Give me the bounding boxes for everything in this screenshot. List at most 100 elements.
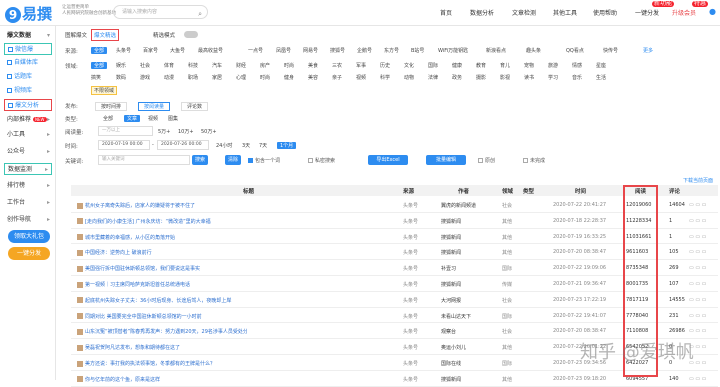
row-action-icons[interactable]: ▭ ▭ ▭ xyxy=(689,202,706,208)
sidebar-item-data-monitor[interactable]: 数据监测 ▸ xyxy=(4,163,52,175)
article-title[interactable]: 吴磊祝贺阿凡达发布，想象和期待都在这了 xyxy=(85,345,180,351)
cell-author[interactable]: 国际在线 xyxy=(441,360,461,367)
reads-50w[interactable]: 50万+ xyxy=(201,128,217,135)
domain-item[interactable]: 职场 xyxy=(188,74,198,81)
col-type[interactable]: 类型 xyxy=(523,187,534,195)
domain-item[interactable]: 情感 xyxy=(572,62,582,69)
col-title[interactable]: 标题 xyxy=(243,187,254,195)
mode-toggle[interactable] xyxy=(184,31,198,38)
row-action-icons[interactable]: ▭ ▭ ▭ xyxy=(689,297,706,303)
domain-item[interactable]: 法律 xyxy=(428,74,438,81)
domain-item[interactable]: 政务 xyxy=(452,74,462,81)
article-title[interactable]: 山东沉冤“被顶替者”陈春秀再发声：努力遇到20天，29名涉事人员受处分 xyxy=(85,329,247,335)
platform-yidian[interactable]: 一点号 xyxy=(248,47,263,54)
nav-help[interactable]: 使用帮助 xyxy=(593,8,617,17)
table-row[interactable]: 起底杭州失踪女子丈夫：36小时后现身、长途后驾人，夜晚却上岸 头条号 大河网报 社会 2… xyxy=(71,292,718,308)
domain-item[interactable]: 健身 xyxy=(284,74,294,81)
cell-author[interactable]: 搜狐新闻 xyxy=(441,218,461,225)
article-title[interactable]: 城市里藏着的幸福感，从小区的角落开始 xyxy=(85,235,175,241)
platform-all[interactable]: 全部 xyxy=(91,47,108,54)
article-title-link[interactable]: 杭州女子离奇失踪后，店家人的嫌疑将于被不住了 xyxy=(77,202,247,209)
download-page-link[interactable]: 下载当前页面 xyxy=(683,177,713,184)
domain-item[interactable]: 教育 xyxy=(476,62,486,69)
row-action-icons[interactable]: ▭ ▭ ▭ xyxy=(689,265,706,271)
platform-dongfang[interactable]: 东方号 xyxy=(384,47,399,54)
type-all[interactable]: 全部 xyxy=(103,115,113,122)
domain-item[interactable]: 家居 xyxy=(212,74,222,81)
platform-souhu[interactable]: 搜狐号 xyxy=(330,47,345,54)
sidebar-item-media-library[interactable]: 自媒体库 xyxy=(0,57,56,69)
platform-qie[interactable]: 企鹅号 xyxy=(357,47,372,54)
type-video[interactable]: 视频 xyxy=(148,115,158,122)
article-title[interactable]: 中国经济：逆势向上 破浪前行 xyxy=(85,250,152,256)
logo[interactable]: 9 易撰 xyxy=(5,3,52,24)
date-from-input[interactable]: 2020-07-19 00:00 xyxy=(98,140,150,150)
time-24h[interactable]: 24小时 xyxy=(216,142,232,149)
domain-item[interactable]: 生活 xyxy=(596,74,606,81)
cell-author[interactable]: 搜狐新闻 xyxy=(441,376,461,383)
domain-item[interactable]: 时尚 xyxy=(260,74,270,81)
sidebar-item-video-library[interactable]: 视频库 xyxy=(0,85,56,97)
platform-bilibili[interactable]: B站号 xyxy=(411,47,424,54)
domain-item[interactable]: 科技 xyxy=(188,62,198,69)
domain-item[interactable]: 文化 xyxy=(404,62,414,69)
table-row[interactable]: 你与亿年前的这个鱼，原来是这样 头条号 搜狐新闻 其他 2020-07-23 09:18… xyxy=(71,371,718,387)
col-source[interactable]: 来源 xyxy=(403,187,414,195)
cell-author[interactable]: 搜狐新闻 xyxy=(441,281,461,288)
domain-item[interactable]: 摄影 xyxy=(476,74,486,81)
article-title-link[interactable]: 山东沉冤“被顶替者”陈春秀再发声：努力遇到20天，29名涉事人员受处分 xyxy=(77,328,247,335)
one-click-distribute-button[interactable]: 一键分发 xyxy=(8,247,50,260)
article-title-link[interactable]: 美国强行拆中国驻休斯顿总领馆，我们要说这是事实 xyxy=(77,265,247,272)
domain-item[interactable]: 星座 xyxy=(596,62,606,69)
date-to-input[interactable]: 2020-07-26 00:00 xyxy=(157,140,209,150)
nav-article-check[interactable]: 文章检测 xyxy=(512,8,536,17)
domain-item[interactable]: 学习 xyxy=(548,74,558,81)
row-action-icons[interactable]: ▭ ▭ ▭ xyxy=(689,218,706,224)
article-title-link[interactable]: 你与亿年前的这个鱼，原来是这样 xyxy=(77,376,247,383)
sidebar-item-rankings[interactable]: 排行榜 ▸ xyxy=(0,180,56,192)
domain-item[interactable]: 健康 xyxy=(452,62,462,69)
domain-item[interactable]: 房产 xyxy=(260,62,270,69)
platform-wifi[interactable]: WiFi万能钥匙 xyxy=(438,47,468,54)
sidebar-item-internal[interactable]: 内部推荐 NEW ▸ xyxy=(0,114,56,126)
article-title-link[interactable]: 美方还说：事打我的执法领事馆，冬季都有的王牌是什么？ xyxy=(77,360,247,367)
time-7d[interactable]: 7天 xyxy=(259,142,267,149)
article-title-link[interactable]: [走向我们的小康生活] 广州永庆坊：“微改造”里的大幸福 xyxy=(77,218,247,225)
platform-top-income[interactable]: 最高收益号 xyxy=(198,47,223,54)
contains-word-checkbox[interactable]: 包含一个词 xyxy=(248,157,280,164)
article-title-link[interactable]: 中国经济：逆势向上 破浪前行 xyxy=(77,249,247,256)
nav-home[interactable]: 首页 xyxy=(440,8,452,17)
domain-item[interactable]: 美食 xyxy=(308,62,318,69)
domain-item[interactable]: 汽车 xyxy=(212,62,222,69)
domain-item[interactable]: 游戏 xyxy=(140,74,150,81)
article-title[interactable]: 起底杭州失踪女子丈夫：36小时后现身、长途后驾人，夜晚却上岸 xyxy=(85,298,231,304)
cell-author[interactable]: 观察台 xyxy=(441,328,456,335)
type-article[interactable]: 文章 xyxy=(124,115,141,122)
cell-author[interactable]: 未看山达天下 xyxy=(441,313,471,320)
sidebar-section-hot-data[interactable]: 爆文数据 ▾ xyxy=(0,30,56,42)
nav-upgrade-vip[interactable]: 升级会员 xyxy=(672,8,696,17)
table-row[interactable]: 山东沉冤“被顶替者”陈春秀再发声：努力遇到20天，29名涉事人员受处分 头条号 观察… xyxy=(71,323,718,340)
domain-item[interactable]: 亲子 xyxy=(332,74,342,81)
article-title[interactable]: 美国强行拆中国驻休斯顿总领馆，我们要说这是事实 xyxy=(85,266,200,272)
domain-item[interactable]: 宠物 xyxy=(524,62,534,69)
domain-item[interactable]: 时尚 xyxy=(284,62,294,69)
table-row[interactable]: 同期对比 美国要完全中国驻休斯顿总领馆的一小时前 头条号 未看山达天下 国际 2020-… xyxy=(71,308,718,324)
article-title[interactable]: [走向我们的小康生活] 广州永庆坊：“微改造”里的大幸福 xyxy=(85,219,211,225)
domain-item[interactable]: 心理 xyxy=(236,74,246,81)
article-title[interactable]: 杭州女子离奇失踪后，店家人的嫌疑将于被不住了 xyxy=(85,203,195,209)
table-row[interactable]: 中国经济：逆势向上 破浪前行 头条号 搜狐新闻 其他 2020-07-20 08:38:… xyxy=(71,244,718,261)
domain-item[interactable]: 军事 xyxy=(356,62,366,69)
col-author[interactable]: 作者 xyxy=(458,187,469,195)
domain-item[interactable]: 美容 xyxy=(308,74,318,81)
platform-wangyi[interactable]: 网易号 xyxy=(303,47,318,54)
type-gallery[interactable]: 图集 xyxy=(168,115,178,122)
article-title[interactable]: 美方还说：事打我的执法领事馆，冬季都有的王牌是什么？ xyxy=(85,361,215,367)
col-domain[interactable]: 领域 xyxy=(502,187,513,195)
platform-kuaichuan[interactable]: 快传号 xyxy=(603,47,618,54)
domain-unlimited[interactable]: 不限领域 xyxy=(91,86,118,95)
domain-item[interactable]: 体育 xyxy=(164,62,174,69)
cell-author[interactable]: 补壹习 xyxy=(441,265,456,272)
domain-item[interactable]: 旅游 xyxy=(548,62,558,69)
row-action-icons[interactable]: ▭ ▭ ▭ xyxy=(689,249,706,255)
